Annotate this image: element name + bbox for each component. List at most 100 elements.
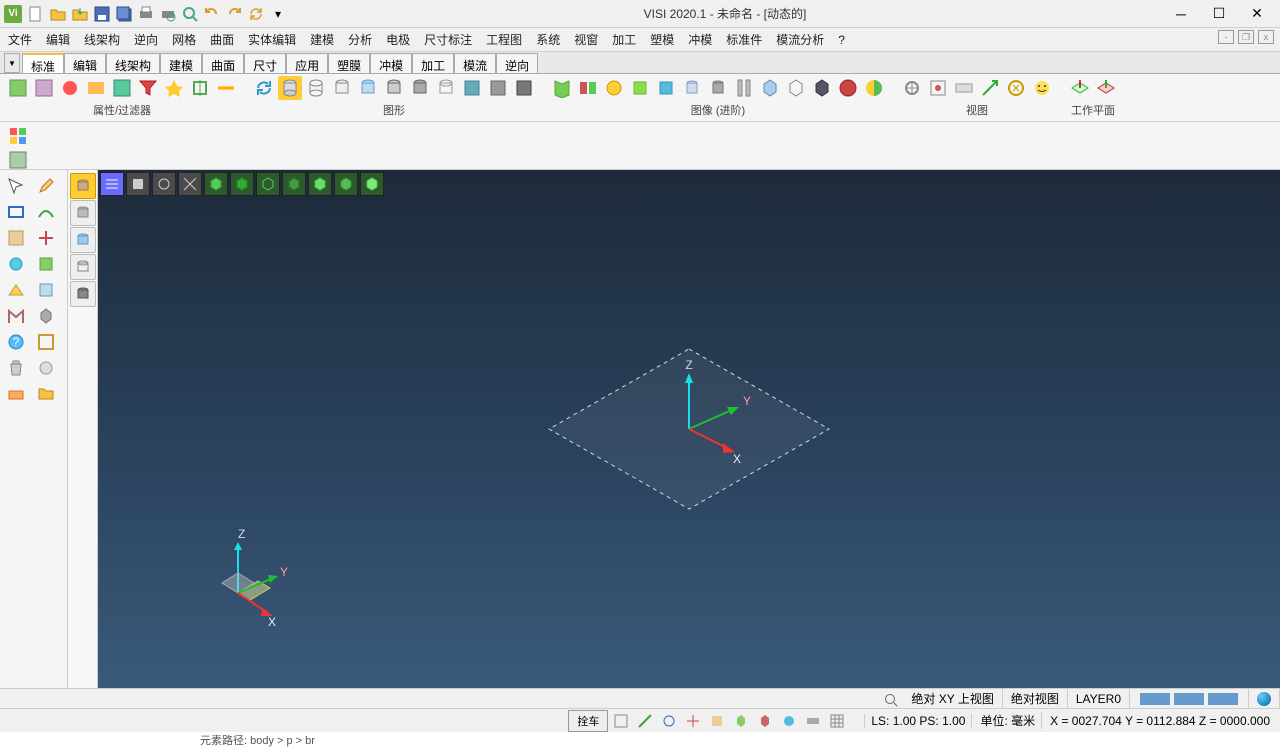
mdi-restore[interactable]: ❐ — [1238, 30, 1254, 44]
menu-file[interactable]: 文件 — [8, 31, 32, 48]
lt-tool-9-icon[interactable] — [2, 278, 30, 302]
img-icon-2[interactable] — [576, 76, 600, 100]
tab-dimension[interactable]: 尺寸 — [244, 53, 286, 73]
menu-mold[interactable]: 塑模 — [650, 31, 674, 48]
img-icon-7[interactable] — [706, 76, 730, 100]
tab-die[interactable]: 冲模 — [370, 53, 412, 73]
menu-electrode[interactable]: 电极 — [386, 31, 410, 48]
gfx-cyl-10-icon[interactable] — [512, 76, 536, 100]
redo-icon[interactable] — [224, 4, 244, 24]
vp-cube-7-icon[interactable] — [360, 172, 384, 196]
lt-tool-6-icon[interactable] — [32, 226, 60, 250]
img-icon-5[interactable] — [654, 76, 678, 100]
vp-mode-4-icon[interactable] — [178, 172, 202, 196]
bt-icon-4[interactable] — [682, 711, 704, 731]
wp-icon-1[interactable] — [1068, 76, 1092, 100]
img-icon-10[interactable] — [784, 76, 808, 100]
tab-surface[interactable]: 曲面 — [202, 53, 244, 73]
mdi-close[interactable]: x — [1258, 30, 1274, 44]
lt-tool-16-icon[interactable] — [32, 356, 60, 380]
import-icon[interactable] — [70, 4, 90, 24]
attr-icon-1[interactable] — [6, 76, 30, 100]
open-icon[interactable] — [48, 4, 68, 24]
lt-trash-icon[interactable] — [2, 356, 30, 380]
undo-icon[interactable] — [202, 4, 222, 24]
close-button[interactable]: ✕ — [1238, 2, 1276, 26]
bt-icon-8[interactable] — [778, 711, 800, 731]
vp-cube-1-icon[interactable] — [204, 172, 228, 196]
menu-solid-edit[interactable]: 实体编辑 — [248, 31, 296, 48]
attr-icon-4[interactable] — [84, 76, 108, 100]
vp-cube-6-icon[interactable] — [334, 172, 358, 196]
viewport-3d[interactable]: Z Y X Z Y X — [98, 170, 1280, 688]
menu-mesh[interactable]: 网格 — [172, 31, 196, 48]
img-icon-11[interactable] — [810, 76, 834, 100]
view-icon-5[interactable] — [1004, 76, 1028, 100]
view-icon-4[interactable] — [978, 76, 1002, 100]
view-icon-6[interactable] — [1030, 76, 1054, 100]
sys-icon-2[interactable] — [6, 148, 30, 172]
menu-surface[interactable]: 曲面 — [210, 31, 234, 48]
filter-icon[interactable] — [136, 76, 160, 100]
tab-model[interactable]: 建模 — [160, 53, 202, 73]
lt-tool-18-icon[interactable] — [32, 382, 60, 406]
img-icon-1[interactable] — [550, 76, 574, 100]
img-icon-3[interactable] — [602, 76, 626, 100]
img-icon-12[interactable] — [836, 76, 860, 100]
gfx-cyl-2-icon[interactable] — [304, 76, 328, 100]
gfx-cyl-3-icon[interactable] — [330, 76, 354, 100]
menu-die[interactable]: 冲模 — [688, 31, 712, 48]
menu-wireframe[interactable]: 线架构 — [84, 31, 120, 48]
tab-edit[interactable]: 编辑 — [64, 53, 106, 73]
lt-help-icon[interactable]: ? — [2, 330, 30, 354]
lt-edit-icon[interactable] — [32, 174, 60, 198]
status-search-icon[interactable] — [885, 694, 895, 704]
menu-model[interactable]: 建模 — [310, 31, 334, 48]
view-icon-3[interactable] — [952, 76, 976, 100]
tab-mold[interactable]: 塑膜 — [328, 53, 370, 73]
menu-machining[interactable]: 加工 — [612, 31, 636, 48]
new-icon[interactable] — [26, 4, 46, 24]
lt-tool-5-icon[interactable] — [2, 226, 30, 250]
minimize-button[interactable]: ─ — [1162, 2, 1200, 26]
gfx-refresh-icon[interactable] — [252, 76, 276, 100]
view-icon-1[interactable] — [900, 76, 924, 100]
bt-grid-icon[interactable] — [826, 711, 848, 731]
menu-help[interactable]: ? — [838, 33, 845, 47]
tab-apply[interactable]: 应用 — [286, 53, 328, 73]
menu-standard-parts[interactable]: 标准件 — [726, 31, 762, 48]
bt-icon-2[interactable] — [634, 711, 656, 731]
print-preview-icon[interactable] — [158, 4, 178, 24]
bt-icon-9[interactable] — [802, 711, 824, 731]
tab-standard[interactable]: 标准 — [22, 53, 64, 73]
menu-edit[interactable]: 编辑 — [46, 31, 70, 48]
bt-icon-6[interactable] — [730, 711, 752, 731]
img-icon-13[interactable] — [862, 76, 886, 100]
sys-icon-1[interactable] — [6, 124, 30, 148]
vp-mode-1-icon[interactable] — [100, 172, 124, 196]
wp-icon-2[interactable] — [1094, 76, 1118, 100]
status-view-2[interactable]: 绝对视图 — [1003, 689, 1068, 708]
tab-reverse[interactable]: 逆向 — [496, 53, 538, 73]
vp-mode-3-icon[interactable] — [152, 172, 176, 196]
gfx-cyl-6-icon[interactable] — [408, 76, 432, 100]
attr-icon-9[interactable] — [214, 76, 238, 100]
vs-mode-4-icon[interactable] — [70, 254, 96, 280]
qat-dropdown-icon[interactable]: ▾ — [268, 4, 288, 24]
menu-analyze[interactable]: 分析 — [348, 31, 372, 48]
menu-reverse[interactable]: 逆向 — [134, 31, 158, 48]
view-icon-2[interactable] — [926, 76, 950, 100]
menu-system[interactable]: 系统 — [536, 31, 560, 48]
attr-icon-3[interactable] — [58, 76, 82, 100]
vp-mode-2-icon[interactable] — [126, 172, 150, 196]
lt-tool-14-icon[interactable] — [32, 330, 60, 354]
lt-select-icon[interactable] — [2, 174, 30, 198]
vs-mode-1-icon[interactable] — [70, 173, 96, 199]
gfx-cyl-5-icon[interactable] — [382, 76, 406, 100]
print-icon[interactable] — [136, 4, 156, 24]
save-all-icon[interactable] — [114, 4, 134, 24]
img-icon-6[interactable] — [680, 76, 704, 100]
img-icon-4[interactable] — [628, 76, 652, 100]
menu-drawing[interactable]: 工程图 — [486, 31, 522, 48]
gfx-cyl-4-icon[interactable] — [356, 76, 380, 100]
